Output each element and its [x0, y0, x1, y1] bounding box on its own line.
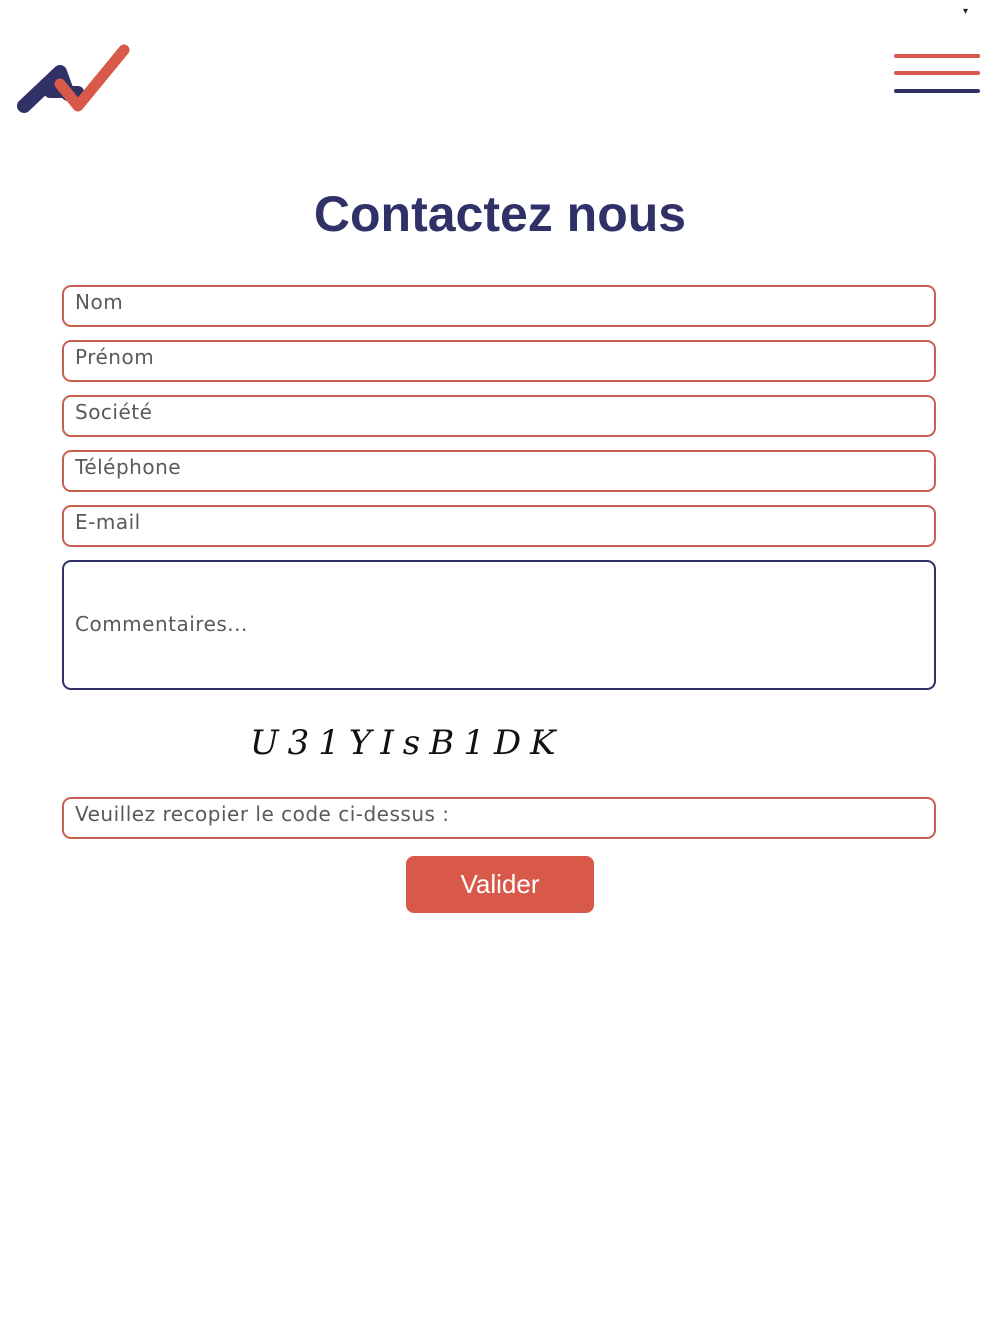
hamburger-menu-icon[interactable] [892, 52, 982, 98]
captcha-code: U31YIsB1DK [250, 723, 565, 763]
page-title: Contactez nous [313, 186, 687, 242]
captcha-input[interactable] [62, 797, 936, 839]
status-indicator-icon: ▾ [963, 6, 969, 17]
prenom-field[interactable] [62, 340, 936, 382]
menu-line-middle [894, 71, 980, 75]
email-field[interactable] [62, 505, 936, 547]
nom-field[interactable] [62, 285, 936, 327]
brand-logo-icon[interactable] [16, 42, 134, 118]
societe-field[interactable] [62, 395, 936, 437]
telephone-field[interactable] [62, 450, 936, 492]
commentaires-field[interactable] [62, 560, 936, 690]
menu-line-bottom [894, 89, 980, 93]
submit-button[interactable]: Valider [406, 856, 594, 913]
menu-line-top [894, 54, 980, 58]
